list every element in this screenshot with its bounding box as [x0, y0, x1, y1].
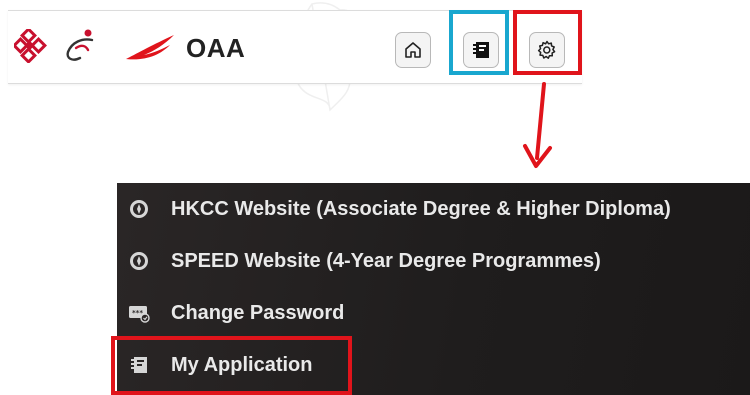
person-logo [66, 29, 94, 61]
highlight-box-settings [513, 10, 582, 75]
polyu-logo [14, 29, 47, 63]
menu-item-change-password[interactable]: *** Change Password [117, 287, 750, 339]
home-button[interactable] [395, 32, 431, 68]
wing-logo [126, 35, 174, 60]
menu-item-hkcc-website[interactable]: HKCC Website (Associate Degree & Higher … [117, 183, 750, 235]
menu-item-label: HKCC Website (Associate Degree & Higher … [171, 197, 671, 220]
compass-icon [127, 249, 151, 273]
highlight-box-my-application-menu [111, 336, 352, 395]
highlight-box-my-application [449, 10, 509, 75]
app-title: OAA [186, 33, 246, 63]
menu-item-label: Change Password [171, 301, 345, 324]
arrow-down-icon [523, 82, 552, 168]
menu-item-label: SPEED Website (4-Year Degree Programmes) [171, 249, 601, 272]
menu-item-speed-website[interactable]: SPEED Website (4-Year Degree Programmes) [117, 235, 750, 287]
compass-icon [127, 197, 151, 221]
home-icon [405, 42, 421, 58]
password-icon: *** [127, 301, 151, 325]
